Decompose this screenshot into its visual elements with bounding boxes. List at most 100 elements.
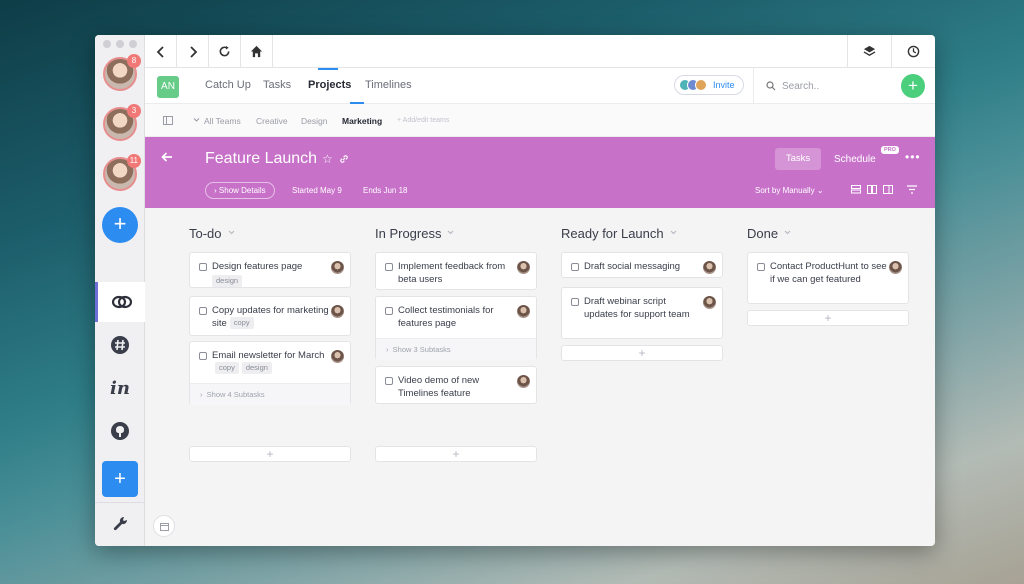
add-card-button[interactable]: +: [747, 310, 909, 326]
task-card[interactable]: Design features page design: [189, 252, 351, 288]
tab-timelines[interactable]: Timelines: [365, 79, 412, 91]
tab-projects[interactable]: Projects: [308, 79, 351, 91]
project-header: Feature Launch ☆ › Show Details Started …: [145, 137, 935, 208]
star-icon[interactable]: ☆: [322, 152, 333, 166]
calendar-button[interactable]: [153, 515, 175, 537]
show-details-button[interactable]: › Show Details: [205, 182, 275, 199]
layers-button[interactable]: [847, 35, 891, 68]
task-checkbox[interactable]: [385, 263, 393, 271]
project-end-date: Ends Jun 18: [363, 186, 408, 195]
chevron-right-icon: ›: [200, 390, 203, 399]
chevron-down-icon[interactable]: [447, 229, 454, 236]
schedule-view-button[interactable]: Schedule: [834, 154, 876, 165]
tasks-view-button[interactable]: Tasks: [775, 148, 821, 170]
search-input[interactable]: [782, 77, 892, 95]
task-checkbox[interactable]: [385, 377, 393, 385]
column-title-text: In Progress: [375, 226, 442, 241]
wrench-icon[interactable]: [110, 514, 130, 534]
task-checkbox[interactable]: [571, 298, 579, 306]
kanban-board: To-do Design features page design Copy u…: [145, 208, 935, 546]
task-card[interactable]: Video demo of new Timelines feature: [375, 366, 537, 404]
sidebar-toggle-icon[interactable]: [163, 116, 173, 125]
invision-icon[interactable]: in: [95, 368, 145, 408]
sort-dropdown[interactable]: Sort by Manually ⌄: [755, 186, 824, 195]
workspace-avatar-1[interactable]: 8: [103, 54, 141, 91]
assignee-avatar: [517, 305, 530, 318]
team-filter-design[interactable]: Design: [301, 116, 327, 126]
column-title: Done: [747, 226, 791, 241]
teamwork-icon[interactable]: [95, 282, 145, 322]
task-card[interactable]: Copy updates for marketing site copy: [189, 296, 351, 336]
add-app-button[interactable]: +: [102, 461, 138, 497]
user-avatar[interactable]: AN: [157, 76, 179, 98]
task-checkbox[interactable]: [571, 263, 579, 271]
list-view-icon[interactable]: [851, 185, 861, 194]
invite-button[interactable]: Invite: [674, 75, 744, 95]
history-button[interactable]: [891, 35, 935, 68]
filter-icon[interactable]: [907, 185, 917, 194]
add-card-button[interactable]: +: [561, 345, 723, 361]
board-view-icon[interactable]: [867, 185, 877, 194]
arrow-left-icon[interactable]: [161, 151, 173, 163]
assignee-avatar: [331, 305, 344, 318]
task-checkbox[interactable]: [199, 263, 207, 271]
subtasks-label: Show 4 Subtasks: [206, 390, 265, 399]
team-filter-marketing[interactable]: Marketing: [342, 116, 382, 126]
team-filter-creative[interactable]: Creative: [256, 116, 288, 126]
github-icon[interactable]: [95, 411, 145, 451]
add-workspace-button[interactable]: +: [102, 207, 138, 243]
show-details-label: Show Details: [218, 186, 266, 195]
workspace-avatar-2[interactable]: 3: [103, 104, 141, 141]
task-card[interactable]: Draft webinar script updates for support…: [561, 287, 723, 339]
task-checkbox[interactable]: [199, 307, 207, 315]
task-checkbox[interactable]: [199, 352, 207, 360]
task-checkbox[interactable]: [385, 307, 393, 315]
column-title-text: Done: [747, 226, 779, 241]
window-close-dot[interactable]: [103, 40, 111, 48]
project-title: Feature Launch: [205, 150, 318, 167]
task-card[interactable]: Collect testimonials for features page ›…: [375, 296, 537, 360]
chevron-down-icon[interactable]: [670, 229, 677, 236]
home-button[interactable]: [241, 35, 273, 68]
add-card-button[interactable]: +: [375, 446, 537, 462]
back-button[interactable]: [145, 35, 177, 68]
link-icon[interactable]: [339, 154, 349, 164]
pro-badge: PRO: [881, 146, 899, 154]
show-subtasks-toggle[interactable]: › Show 3 Subtasks: [376, 338, 536, 360]
column-title-text: To-do: [189, 226, 222, 241]
window-minimize-dot[interactable]: [116, 40, 124, 48]
task-card[interactable]: Implement feedback from beta users: [375, 252, 537, 290]
chevron-down-icon[interactable]: [784, 229, 791, 236]
notification-badge: 11: [126, 154, 141, 168]
active-tab-indicator: [318, 68, 338, 70]
calendar-icon: [160, 523, 169, 531]
tab-catch-up[interactable]: Catch Up: [205, 79, 251, 91]
add-edit-teams-link[interactable]: + Add/edit teams: [397, 117, 449, 124]
more-options-icon[interactable]: •••: [905, 150, 921, 164]
assignee-avatar: [703, 261, 716, 274]
quick-add-button[interactable]: +: [901, 74, 925, 98]
reload-button[interactable]: [209, 35, 241, 68]
split-view-icon[interactable]: [883, 185, 893, 194]
chevron-right-icon: ›: [214, 186, 217, 195]
task-title: Draft social messaging: [584, 261, 681, 272]
workspace-sidebar: 8 3 11 + in +: [95, 35, 145, 546]
task-title-text: Email newsletter for March: [212, 350, 325, 361]
task-card[interactable]: Contact ProductHunt to see if we can get…: [747, 252, 909, 304]
task-card[interactable]: Email newsletter for Marchcopy design › S…: [189, 341, 351, 405]
task-checkbox[interactable]: [757, 263, 765, 271]
tab-tasks[interactable]: Tasks: [263, 79, 291, 91]
window-zoom-dot[interactable]: [129, 40, 137, 48]
show-subtasks-toggle[interactable]: › Show 4 Subtasks: [190, 383, 350, 405]
task-card[interactable]: Draft social messaging: [561, 252, 723, 278]
sort-label: Sort by Manually: [755, 186, 815, 195]
forward-button[interactable]: [177, 35, 209, 68]
search-icon: [766, 81, 776, 91]
chevron-down-icon[interactable]: [228, 229, 235, 236]
slack-icon[interactable]: [95, 325, 145, 365]
task-tag: copy: [229, 317, 254, 329]
team-filter-all[interactable]: All Teams: [204, 116, 241, 126]
workspace-avatar-3[interactable]: 11: [103, 154, 141, 191]
add-card-button[interactable]: +: [189, 446, 351, 462]
task-tag: copy: [215, 362, 239, 374]
